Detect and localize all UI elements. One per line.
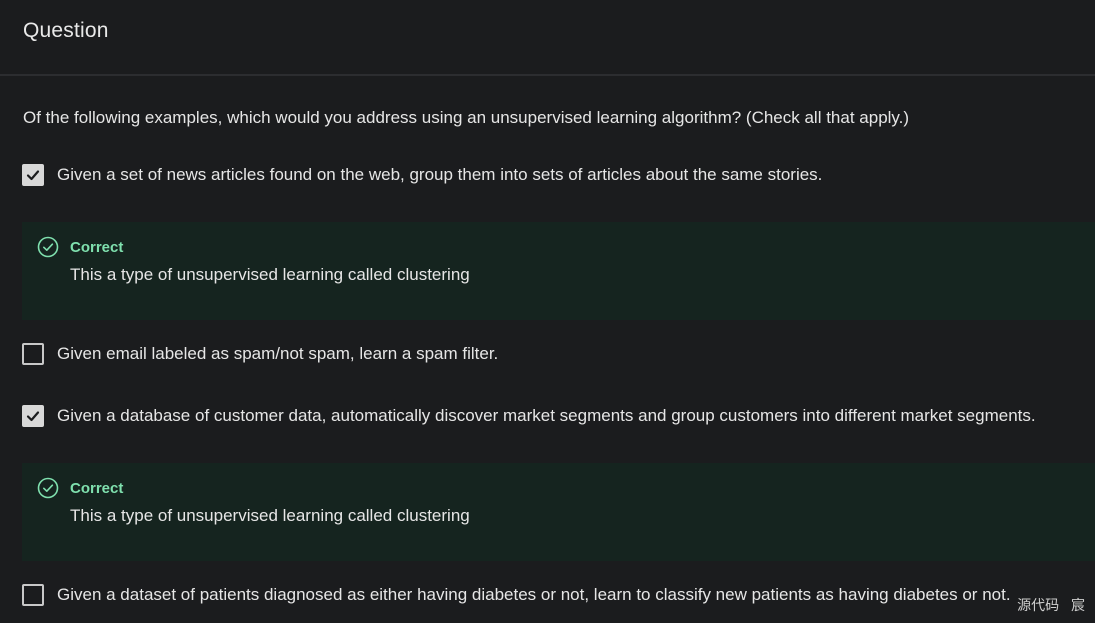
watermark: 源代码 宸 [1017, 597, 1085, 613]
check-icon [26, 170, 40, 181]
option-label: Given a dataset of patients diagnosed as… [57, 585, 1011, 604]
question-prompt: Of the following examples, which would y… [23, 108, 910, 127]
option-label: Given email labeled as spam/not spam, le… [57, 344, 499, 363]
feedback-status: Correct [70, 480, 124, 497]
check-icon [26, 411, 40, 422]
feedback-explanation: This a type of unsupervised learning cal… [70, 265, 470, 284]
check-circle-icon [37, 236, 59, 258]
feedback-panel-2: Correct This a type of unsupervised lear… [22, 463, 1095, 561]
answer-option-2[interactable]: Given email labeled as spam/not spam, le… [22, 342, 498, 366]
checkbox-checked[interactable] [22, 405, 44, 427]
option-label: Given a database of customer data, autom… [57, 406, 1036, 425]
answer-option-1[interactable]: Given a set of news articles found on th… [22, 163, 822, 187]
check-circle-icon [37, 477, 59, 499]
feedback-status: Correct [70, 239, 124, 256]
answer-option-4[interactable]: Given a dataset of patients diagnosed as… [22, 583, 1011, 607]
feedback-explanation: This a type of unsupervised learning cal… [70, 506, 470, 525]
quiz-page: Question Of the following examples, whic… [0, 0, 1095, 623]
answer-option-3[interactable]: Given a database of customer data, autom… [22, 404, 1036, 428]
option-label: Given a set of news articles found on th… [57, 165, 823, 184]
page-title: Question [23, 19, 109, 42]
checkbox-unchecked[interactable] [22, 343, 44, 365]
checkbox-checked[interactable] [22, 164, 44, 186]
question-header: Question [0, 0, 1095, 76]
feedback-panel-1: Correct This a type of unsupervised lear… [22, 222, 1095, 320]
checkbox-unchecked[interactable] [22, 584, 44, 606]
